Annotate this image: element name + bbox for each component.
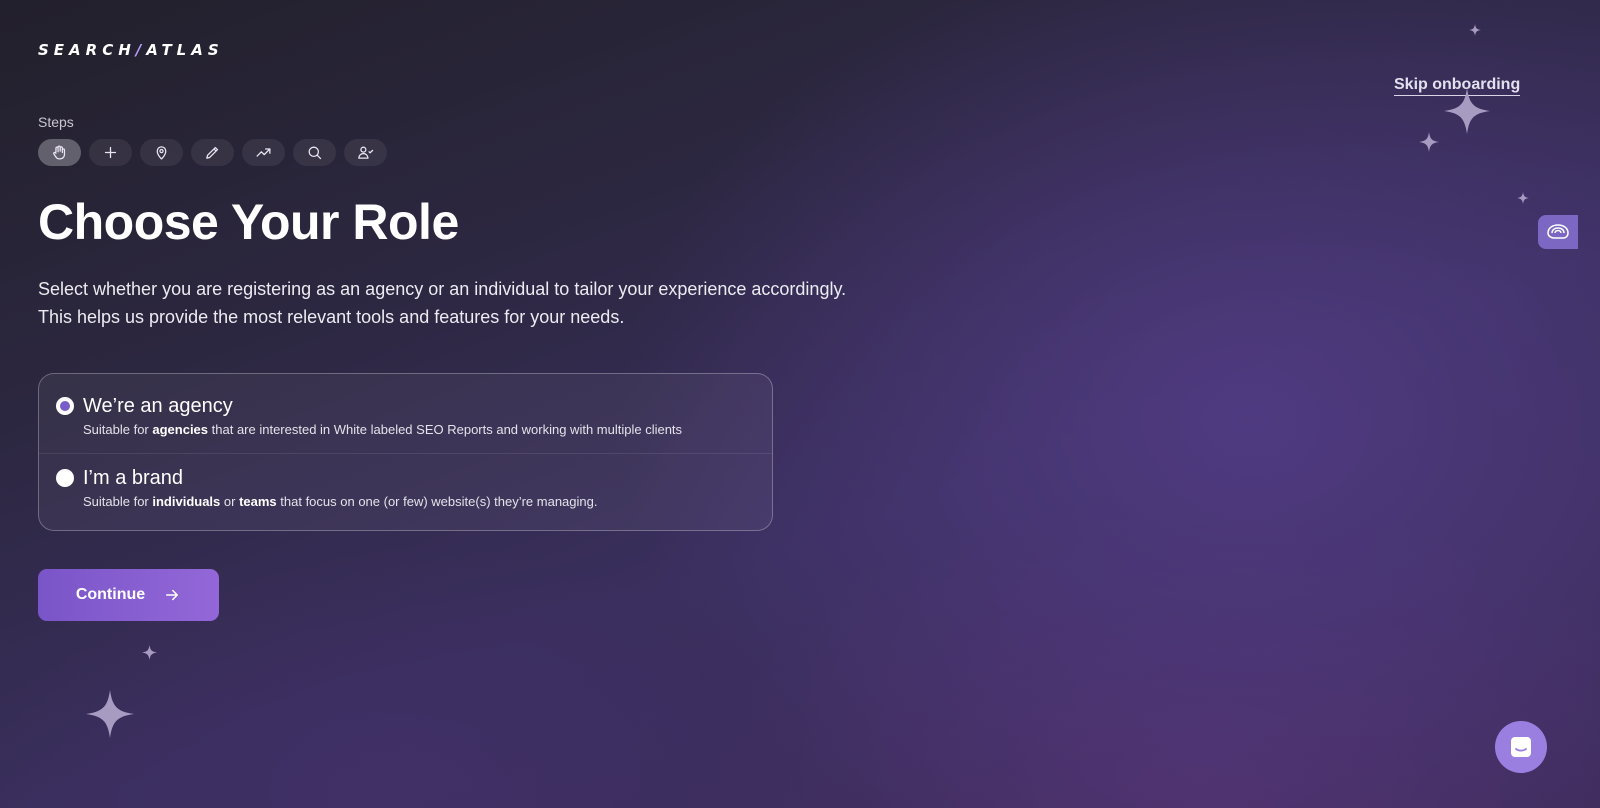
steps-nav — [38, 139, 387, 166]
brand-radio[interactable] — [56, 469, 74, 487]
role-desc-prefix: Suitable for — [83, 422, 153, 437]
role-options: We’re an agency Suitable for agencies th… — [38, 373, 773, 531]
sparkle-icon — [1444, 88, 1490, 134]
role-description-agency: Suitable for agencies that are intereste… — [83, 422, 772, 437]
step-trends[interactable] — [242, 139, 285, 166]
sparkle-icon — [1469, 24, 1481, 36]
step-add[interactable] — [89, 139, 132, 166]
logo-text-left: SEARCH — [38, 41, 136, 59]
role-title-brand: I’m a brand — [83, 467, 184, 489]
role-desc-bold: individuals — [152, 494, 221, 509]
role-desc-suffix: that focus on one (or few) website(s) th… — [276, 494, 598, 509]
role-desc-prefix: Suitable for — [83, 494, 153, 509]
chat-icon — [1511, 737, 1531, 757]
sparkle-icon — [1419, 132, 1439, 152]
steps-label: Steps — [38, 114, 74, 130]
agency-radio[interactable] — [56, 397, 74, 415]
step-welcome[interactable] — [38, 139, 81, 166]
step-edit[interactable] — [191, 139, 234, 166]
plus-icon — [104, 146, 117, 159]
role-description-brand: Suitable for individuals or teams that f… — [83, 494, 772, 509]
page-description: Select whether you are registering as an… — [38, 275, 918, 331]
role-desc-suffix: that are interested in White labeled SEO… — [208, 422, 683, 437]
hand-wave-icon — [53, 145, 66, 160]
description-line-2: This helps us provide the most relevant … — [38, 307, 625, 327]
sparkle-icon — [1517, 192, 1529, 204]
sparkle-icon — [142, 645, 157, 660]
role-desc-bold: agencies — [152, 422, 209, 437]
logo-slash: / — [135, 41, 147, 59]
continue-button[interactable]: Continue — [38, 569, 219, 621]
logo-text-right: ATLAS — [146, 41, 224, 59]
users-icon — [358, 146, 374, 159]
pencil-icon — [206, 146, 219, 159]
step-search[interactable] — [293, 139, 336, 166]
trending-up-icon — [256, 148, 271, 157]
location-pin-icon — [156, 146, 167, 160]
continue-label: Continue — [75, 586, 146, 603]
search-atlas-logo: SEARCH/ATLAS — [38, 41, 224, 59]
role-option-agency[interactable]: We’re an agency Suitable for agencies th… — [39, 374, 772, 453]
role-title-agency: We’re an agency — [83, 395, 233, 417]
role-desc-mid: or — [220, 494, 240, 509]
page-title: Choose Your Role — [38, 194, 459, 250]
description-line-1: Select whether you are registering as an… — [38, 279, 847, 299]
role-option-brand[interactable]: I’m a brand Suitable for individuals or … — [39, 453, 772, 530]
brain-icon — [1547, 224, 1569, 239]
step-users[interactable] — [344, 139, 387, 166]
arrow-right-icon — [166, 589, 179, 601]
search-icon — [308, 146, 322, 160]
role-desc-bold-2: teams — [239, 494, 277, 509]
side-helper-tab[interactable] — [1538, 215, 1578, 249]
step-location[interactable] — [140, 139, 183, 166]
chat-launcher-button[interactable] — [1495, 721, 1547, 773]
sparkle-icon — [86, 690, 134, 738]
